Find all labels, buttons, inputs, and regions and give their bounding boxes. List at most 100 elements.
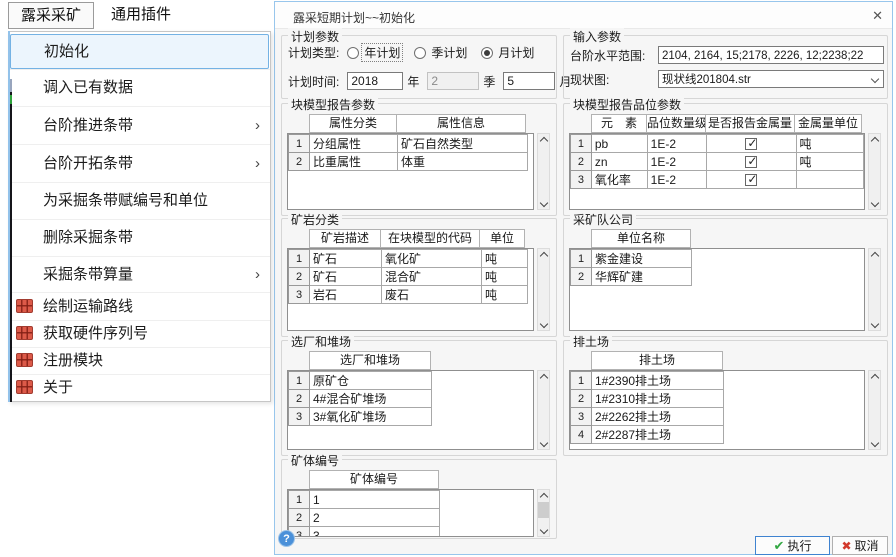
grid-cell[interactable]: 吨 <box>796 153 863 171</box>
grid-cell[interactable]: 1E-2 <box>647 135 707 153</box>
vertical-scrollbar[interactable] <box>868 370 881 450</box>
menu-item-0[interactable]: 初始化 <box>10 34 269 69</box>
vertical-scrollbar[interactable] <box>537 133 550 210</box>
menu-item-9[interactable]: 注册模块 <box>9 347 270 374</box>
scroll-up-icon[interactable] <box>869 249 880 260</box>
row-number-button[interactable]: 3 <box>289 286 310 304</box>
row-number-button[interactable]: 2 <box>289 153 310 171</box>
chevron-down-icon[interactable] <box>871 75 879 83</box>
grid-cell[interactable]: 3 <box>310 527 440 538</box>
year-field[interactable]: 2018 <box>347 72 403 90</box>
scroll-down-icon[interactable] <box>538 525 549 536</box>
row-number-button[interactable]: 3 <box>571 171 592 189</box>
grid-cell[interactable]: zn <box>591 153 647 171</box>
row-number-button[interactable]: 3 <box>571 408 592 426</box>
menu-item-4[interactable]: 为采掘条带赋编号和单位 <box>9 182 270 219</box>
menu-item-5[interactable]: 删除采掘条带 <box>9 219 270 256</box>
row-number-button[interactable]: 4 <box>571 426 592 444</box>
close-icon[interactable]: ✕ <box>872 8 883 24</box>
grid-cell[interactable]: 2#2262排土场 <box>592 408 724 426</box>
menu-item-1[interactable]: 调入已有数据 <box>9 69 270 106</box>
menu-item-7[interactable]: 绘制运输路线 <box>9 292 270 320</box>
scroll-down-icon[interactable] <box>869 438 880 449</box>
grid-cell[interactable]: 氧化率 <box>591 171 647 189</box>
grid-cell[interactable]: 1 <box>310 491 440 509</box>
row-number-button[interactable]: 1 <box>289 372 310 390</box>
grid-cell[interactable]: 吨 <box>482 250 528 268</box>
grid-cell[interactable]: 1#2390排土场 <box>592 372 724 390</box>
grid-cell[interactable]: 比重属性 <box>310 153 398 171</box>
grid-cell[interactable]: 矿石 <box>310 250 382 268</box>
grid-cell[interactable]: 体重 <box>398 153 528 171</box>
grid-cell[interactable]: 混合矿 <box>382 268 482 286</box>
grid-cell[interactable]: 1#2310排土场 <box>592 390 724 408</box>
grid-cell[interactable]: 1E-2 <box>647 153 707 171</box>
grid-cell[interactable]: 1E-2 <box>647 171 707 189</box>
checkbox-checked-icon[interactable] <box>745 174 757 186</box>
scroll-down-icon[interactable] <box>538 198 549 209</box>
grid-cell[interactable]: 原矿仓 <box>310 372 432 390</box>
grid-cell[interactable]: 3#氧化矿堆场 <box>310 408 432 426</box>
scroll-up-icon[interactable] <box>869 371 880 382</box>
vertical-scrollbar[interactable] <box>537 370 550 450</box>
scroll-up-icon[interactable] <box>538 249 549 260</box>
menu-item-10[interactable]: 关于 <box>9 374 270 400</box>
menu-item-6[interactable]: 采掘条带算量› <box>9 256 270 292</box>
row-number-button[interactable]: 1 <box>289 250 310 268</box>
help-button[interactable]: ? <box>278 530 295 547</box>
vertical-scrollbar[interactable] <box>868 248 881 331</box>
row-number-button[interactable]: 3 <box>289 408 310 426</box>
scroll-up-icon[interactable] <box>538 371 549 382</box>
grid-cell[interactable] <box>796 171 863 189</box>
scroll-up-icon[interactable] <box>538 134 549 145</box>
scroll-up-icon[interactable] <box>869 134 880 145</box>
grid-cell[interactable]: 吨 <box>482 286 528 304</box>
row-number-button[interactable]: 2 <box>289 509 310 527</box>
row-number-button[interactable]: 2 <box>571 268 592 286</box>
row-number-button[interactable]: 2 <box>571 390 592 408</box>
vertical-scrollbar[interactable] <box>537 248 550 331</box>
menu-tab-opencast-mining[interactable]: 露采采矿 <box>8 2 94 29</box>
grid-cell[interactable]: 2 <box>310 509 440 527</box>
menu-item-3[interactable]: 台阶开拓条带› <box>9 144 270 182</box>
grid-cell[interactable]: 华辉矿建 <box>592 268 692 286</box>
grid-cell[interactable]: 紫金建设 <box>592 250 692 268</box>
grid-cell[interactable]: 2#2287排土场 <box>592 426 724 444</box>
grid-cell[interactable] <box>707 135 796 153</box>
row-number-button[interactable]: 1 <box>289 135 310 153</box>
vertical-scrollbar[interactable] <box>868 133 881 210</box>
cancel-button[interactable]: ✖ 取消 <box>832 536 888 555</box>
row-number-button[interactable]: 1 <box>571 250 592 268</box>
grid-cell[interactable]: 矿石自然类型 <box>398 135 528 153</box>
status-map-combo[interactable]: 现状线201804.str <box>658 70 884 88</box>
grid-cell[interactable] <box>707 153 796 171</box>
row-number-button[interactable]: 1 <box>289 491 310 509</box>
scrollbar-thumb[interactable] <box>538 502 549 518</box>
menu-item-8[interactable]: 获取硬件序列号 <box>9 320 270 347</box>
month-field[interactable]: 5 <box>503 72 555 90</box>
menu-tab-general-plugins[interactable]: 通用插件 <box>99 2 183 29</box>
row-number-button[interactable]: 1 <box>571 372 592 390</box>
menu-item-2[interactable]: 台阶推进条带› <box>9 106 270 144</box>
dialog-titlebar[interactable]: 露采短期计划~~初始化 ✕ <box>275 2 892 29</box>
grid-cell[interactable] <box>707 171 796 189</box>
scroll-down-icon[interactable] <box>538 438 549 449</box>
row-number-button[interactable]: 2 <box>571 153 592 171</box>
scroll-down-icon[interactable] <box>538 319 549 330</box>
grid-cell[interactable]: 氧化矿 <box>382 250 482 268</box>
vertical-scrollbar[interactable] <box>537 489 550 537</box>
row-number-button[interactable]: 1 <box>571 135 592 153</box>
radio-month-plan[interactable]: 月计划 <box>481 44 536 61</box>
quarter-field[interactable]: 2 <box>427 72 479 90</box>
scroll-up-icon[interactable] <box>538 490 549 501</box>
bench-range-input[interactable]: 2104, 2164, 15;2178, 2226, 12;2238;22 <box>658 46 884 64</box>
grid-cell[interactable]: 吨 <box>796 135 863 153</box>
execute-button[interactable]: ✔ 执行 <box>755 536 830 555</box>
grid-cell[interactable]: 吨 <box>482 268 528 286</box>
scroll-down-icon[interactable] <box>869 198 880 209</box>
grid-cell[interactable]: 4#混合矿堆场 <box>310 390 432 408</box>
scroll-down-icon[interactable] <box>869 319 880 330</box>
row-number-button[interactable]: 2 <box>289 268 310 286</box>
row-number-button[interactable]: 2 <box>289 390 310 408</box>
radio-quarter-plan[interactable]: 季计划 <box>414 44 469 61</box>
